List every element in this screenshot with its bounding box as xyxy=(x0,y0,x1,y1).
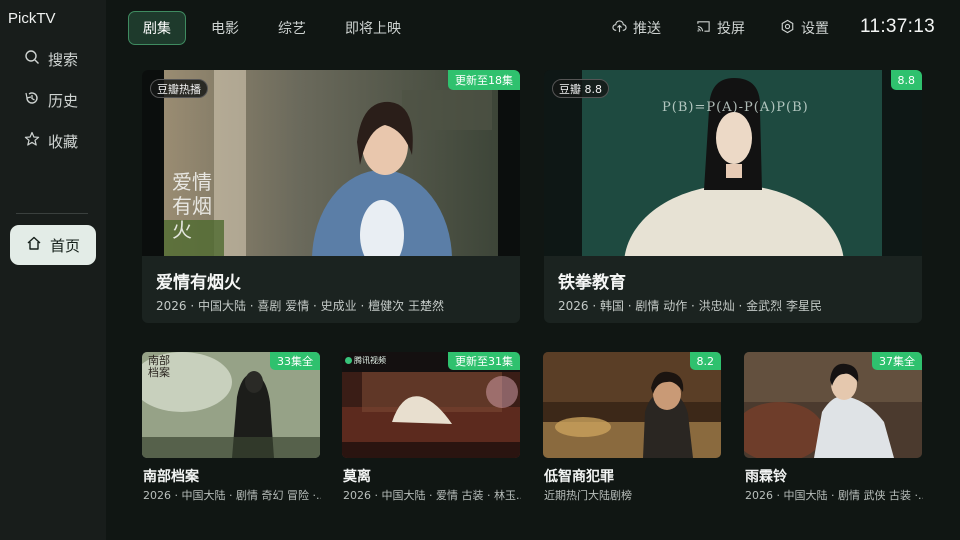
history-icon xyxy=(24,90,40,110)
score-badge: 8.8 xyxy=(890,70,922,90)
settings-label: 设置 xyxy=(801,21,829,37)
poster-image: 37集全 xyxy=(744,352,922,458)
card-meta: 2026 · 中国大陆 · 剧情 奇幻 冒险 ·... xyxy=(143,489,321,502)
sidebar-item-favorites[interactable]: 收藏 xyxy=(24,129,78,153)
gear-icon xyxy=(780,19,795,38)
search-icon xyxy=(24,49,40,69)
poster-image: 腾讯视频 更新至31集 xyxy=(342,352,520,458)
episode-badge: 更新至31集 xyxy=(448,352,520,370)
tab-variety[interactable]: 综艺 xyxy=(265,11,319,45)
card-meta: 2026 · 中国大陆 · 剧情 武侠 古装 ·... xyxy=(745,489,923,502)
card-title: 雨霖铃 xyxy=(745,469,787,485)
upload-cloud-icon xyxy=(612,19,627,38)
sidebar-item-label: 首页 xyxy=(49,236,80,255)
rating-badge: 豆瓣 8.8 xyxy=(552,79,609,98)
app-title: PickTV xyxy=(8,10,56,27)
sidebar-item-label: 历史 xyxy=(48,91,79,110)
clock: 11:37:13 xyxy=(860,16,935,37)
media-card[interactable]: 腾讯视频 更新至31集 莫离 2026 · 中国大陆 · 爱情 古装 · 林玉.… xyxy=(342,352,521,502)
poster-image: 爱情有烟火 豆瓣热播 更新至18集 xyxy=(142,70,520,323)
card-meta: 2026 · 中国大陆 · 爱情 古装 · 林玉... xyxy=(343,489,521,502)
card-meta: 近期热门大陆剧榜 xyxy=(544,489,632,502)
cast-label: 投屏 xyxy=(717,21,745,37)
push-label: 推送 xyxy=(633,21,661,37)
poster-text: P(B)=P(A)-P(A)P(B) xyxy=(662,100,809,115)
sidebar-item-history[interactable]: 历史 xyxy=(24,88,78,112)
card-title: 低智商犯罪 xyxy=(544,469,614,485)
card-title: 莫离 xyxy=(343,469,371,485)
sidebar-item-home[interactable]: 首页 xyxy=(10,225,96,265)
sidebar-item-label: 搜索 xyxy=(48,50,79,69)
episode-badge: 37集全 xyxy=(872,352,922,370)
cast-icon xyxy=(696,19,711,38)
platform-badge: 腾讯视频 xyxy=(345,355,386,366)
play-icon xyxy=(345,357,352,364)
cast-button[interactable]: 投屏 xyxy=(696,17,745,39)
featured-card[interactable]: 爱情有烟火 豆瓣热播 更新至18集 爱情有烟火 2026 · 中国大陆 · 喜剧… xyxy=(142,70,520,323)
card-title: 南部档案 xyxy=(143,469,199,485)
star-icon xyxy=(24,131,40,151)
tab-upcoming[interactable]: 即将上映 xyxy=(333,11,413,45)
card-title: 爱情有烟火 xyxy=(156,273,241,293)
home-icon xyxy=(26,235,42,255)
poster-image: 南部档案 33集全 xyxy=(142,352,320,458)
card-title: 铁拳教育 xyxy=(558,273,626,293)
poster-text: 爱情有烟火 xyxy=(172,170,212,242)
tab-movies[interactable]: 电影 xyxy=(198,11,252,45)
episode-badge: 更新至18集 xyxy=(448,70,520,90)
poster-image: P(B)=P(A)-P(A)P(B) 豆瓣 8.8 8.8 xyxy=(544,70,922,323)
sidebar: PickTV 搜索 历史 收藏 首页 xyxy=(0,0,106,540)
platform-label: 腾讯视频 xyxy=(354,356,386,365)
featured-card[interactable]: P(B)=P(A)-P(A)P(B) 豆瓣 8.8 8.8 铁拳教育 2026 … xyxy=(544,70,922,323)
push-button[interactable]: 推送 xyxy=(612,17,661,39)
media-card[interactable]: 8.2 低智商犯罪 近期热门大陆剧榜 xyxy=(543,352,721,502)
media-card[interactable]: 南部档案 33集全 南部档案 2026 · 中国大陆 · 剧情 奇幻 冒险 ·.… xyxy=(142,352,321,502)
rating-badge: 豆瓣热播 xyxy=(150,79,208,98)
score-badge: 8.2 xyxy=(689,352,721,370)
sidebar-item-search[interactable]: 搜索 xyxy=(24,47,78,71)
settings-button[interactable]: 设置 xyxy=(780,17,829,39)
sidebar-item-label: 收藏 xyxy=(48,132,79,151)
poster-text: 南部档案 xyxy=(148,354,170,379)
card-meta: 2026 · 中国大陆 · 喜剧 爱情 · 史成业 · 檀健次 王楚然 xyxy=(156,299,444,313)
tab-series[interactable]: 剧集 xyxy=(128,11,186,45)
card-meta: 2026 · 韩国 · 剧情 动作 · 洪忠灿 · 金武烈 李星民 xyxy=(558,299,822,313)
sidebar-divider xyxy=(16,213,88,214)
media-card[interactable]: 37集全 雨霖铃 2026 · 中国大陆 · 剧情 武侠 古装 ·... xyxy=(744,352,923,502)
poster-image: 8.2 xyxy=(543,352,721,458)
episode-badge: 33集全 xyxy=(270,352,320,370)
